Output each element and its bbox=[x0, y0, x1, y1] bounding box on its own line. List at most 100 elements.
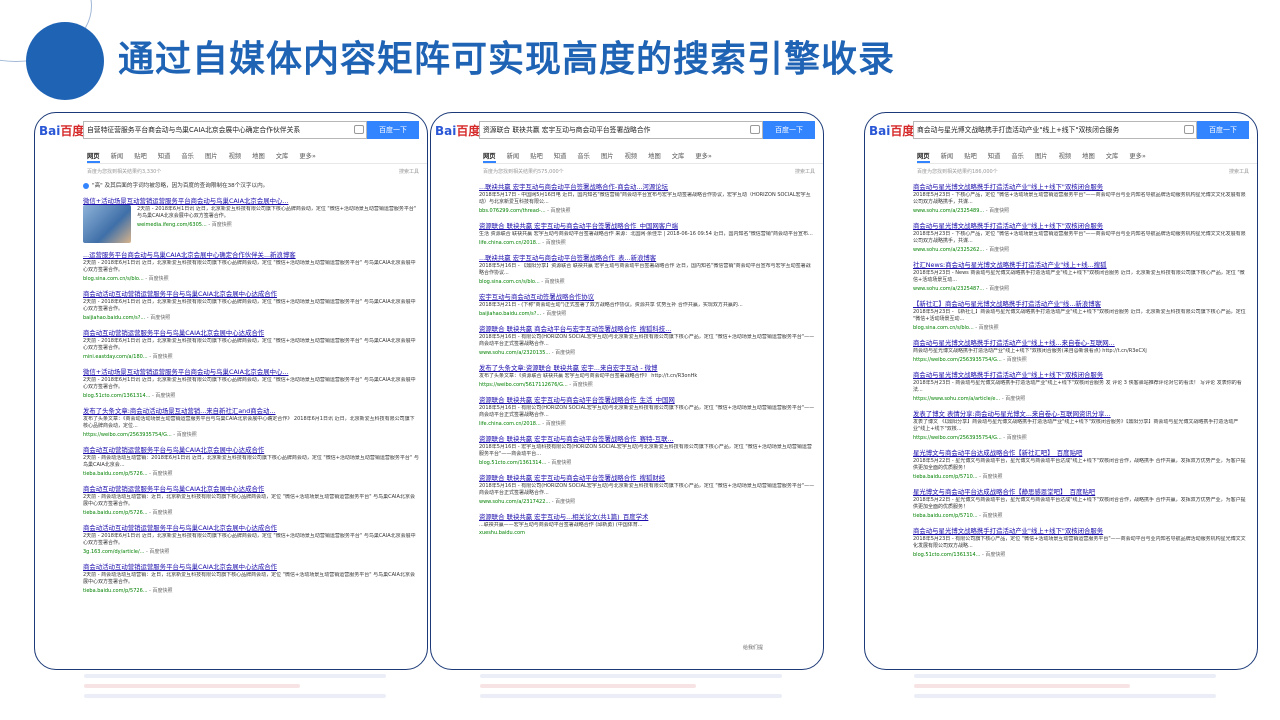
snapshot-link[interactable]: 百度快照 bbox=[1007, 435, 1027, 441]
snapshot-link[interactable]: 百度快照 bbox=[155, 393, 175, 399]
result-title[interactable]: 商会动互动营销运营服务平台与鸟巢CAIA北京会展中心达成合作 bbox=[83, 328, 419, 337]
snapshot-link[interactable]: 百度快照 bbox=[546, 311, 566, 317]
result-url[interactable]: tieba.baidu.com/p/5726... bbox=[83, 510, 148, 516]
search-input[interactable]: 自营特征营服务平台商会动与鸟巢CAIA北京会展中心确定合作伙伴关系 bbox=[83, 121, 367, 139]
snapshot-link[interactable]: 百度快照 bbox=[979, 325, 999, 331]
result-title[interactable]: 星光博文与商会动平台达成战略合作【静思感恩堂吧】_百度贴吧 bbox=[913, 487, 1249, 496]
search-tools-link[interactable]: 搜索工具 bbox=[399, 168, 419, 175]
result-title[interactable]: 商会动与星光博文战略携手打造活动产业"线上+线下"双核闭合服务 bbox=[913, 526, 1249, 535]
snapshot-link[interactable]: 百度快照 bbox=[153, 510, 173, 516]
snapshot-link[interactable]: 百度快照 bbox=[212, 222, 232, 228]
result-url[interactable]: https://www.sohu.com/a/article/e... bbox=[913, 396, 1000, 402]
baidu-logo[interactable]: Bai百度 bbox=[435, 122, 480, 139]
result-title[interactable]: 商会动与星光博文战略携手打造活动产业"线上+线下"双核闭合服务 bbox=[913, 182, 1249, 191]
tab-6[interactable]: 视频 bbox=[625, 151, 638, 163]
tab-2[interactable]: 贴吧 bbox=[134, 151, 147, 163]
result-title[interactable]: 微信+活动场景互动营销运营服务平台商会动与鸟巢CAIA北京会展中心... bbox=[83, 367, 419, 376]
result-url[interactable]: bbs.076299.com/thread-... bbox=[479, 208, 546, 214]
tab-1[interactable]: 新闻 bbox=[941, 151, 954, 163]
result-title[interactable]: 商会动活动互动营销运营服务平台与鸟巢CAIA北京会展中心达成合作 bbox=[83, 562, 419, 571]
result-title[interactable]: 商会动互动营销运营服务平台与鸟巢CAIA北京会展中心达成合作 bbox=[83, 445, 419, 454]
snapshot-link[interactable]: 百度快照 bbox=[989, 208, 1009, 214]
snapshot-link[interactable]: 百度快照 bbox=[545, 279, 565, 285]
snapshot-link[interactable]: 百度快照 bbox=[985, 552, 1005, 558]
result-url[interactable]: www.sohu.com/a/2325489... bbox=[913, 208, 984, 214]
snapshot-link[interactable]: 百度快照 bbox=[983, 474, 1003, 480]
tab-3[interactable]: 知道 bbox=[554, 151, 567, 163]
snapshot-link[interactable]: 百度快照 bbox=[551, 208, 571, 214]
tab-1[interactable]: 新闻 bbox=[507, 151, 520, 163]
feedback-link[interactable]: 给我们提 bbox=[743, 644, 763, 651]
baidu-logo[interactable]: Bai百度 bbox=[869, 122, 914, 139]
result-title[interactable]: 资源联合 联袂共赢 宏宇互动与商会动平台签署战略合作_搜狐财经 bbox=[479, 473, 815, 482]
snapshot-link[interactable]: 百度快照 bbox=[983, 513, 1003, 519]
snapshot-link[interactable]: 百度快照 bbox=[1005, 396, 1025, 402]
result-url[interactable]: xueshu.baidu.com bbox=[479, 530, 525, 536]
result-title[interactable]: 资源联合 联袂共赢 宏宇互动与商会动平台签署战略合作_中国网客户端 bbox=[479, 221, 815, 230]
tab-3[interactable]: 知道 bbox=[158, 151, 171, 163]
tab-8[interactable]: 文库 bbox=[1106, 151, 1119, 163]
result-url[interactable]: mini.eastday.com/a/180... bbox=[83, 354, 148, 360]
snapshot-link[interactable]: 百度快照 bbox=[573, 382, 593, 388]
result-title[interactable]: 商会动与星光博文战略携手打造活动产业"线上+线下"双核闭合服务 bbox=[913, 221, 1249, 230]
tab-7[interactable]: 地图 bbox=[648, 151, 661, 163]
result-url[interactable]: life.china.com.cn/2018... bbox=[479, 421, 541, 427]
camera-icon[interactable] bbox=[750, 125, 760, 134]
snapshot-link[interactable]: 百度快照 bbox=[546, 240, 566, 246]
tab-2[interactable]: 贴吧 bbox=[964, 151, 977, 163]
result-url[interactable]: https://weibo.com/2563935754/G... bbox=[913, 435, 1002, 441]
result-title[interactable]: 【新社汇】商会动与星光博文战略携手打造活动产业"线...新浪博客 bbox=[913, 299, 1249, 308]
search-button[interactable]: 百度一下 bbox=[1197, 121, 1249, 139]
result-url[interactable]: tieba.baidu.com/p/5710... bbox=[913, 513, 978, 519]
tab-5[interactable]: 图片 bbox=[205, 151, 218, 163]
tab-0[interactable]: 网页 bbox=[87, 151, 100, 163]
tab-0[interactable]: 网页 bbox=[917, 151, 930, 163]
result-title[interactable]: 商会动活动互动营销运营服务平台与鸟巢CAIA北京会展中心达成合作 bbox=[83, 289, 419, 298]
tab-4[interactable]: 音乐 bbox=[181, 151, 194, 163]
search-input[interactable]: 资源联合 联袂共赢 宏宇互动与商会动平台签署战略合作 bbox=[479, 121, 763, 139]
tab-9[interactable]: 更多» bbox=[695, 151, 711, 163]
result-url[interactable]: https://weibo.com/2563935754/G... bbox=[913, 357, 1002, 363]
result-url[interactable]: tieba.baidu.com/p/5710... bbox=[913, 474, 978, 480]
result-url[interactable]: blog.sina.com.cn/s/blo... bbox=[913, 325, 974, 331]
result-title[interactable]: 资源联合 联袂共赢 宏宇互动与商会动平台签署战略合作_生活_中国网 bbox=[479, 395, 815, 404]
result-title[interactable]: 资源联合 联袂共赢 商会动平台与宏宇互动签署战略合作_搜狐科技... bbox=[479, 324, 815, 333]
tab-5[interactable]: 图片 bbox=[1035, 151, 1048, 163]
result-url[interactable]: blog.51cto.com/1361314... bbox=[913, 552, 980, 558]
result-url[interactable]: www.sohu.com/a/2325487... bbox=[913, 286, 984, 292]
result-url[interactable]: tieba.baidu.com/p/5726... bbox=[83, 588, 148, 594]
camera-icon[interactable] bbox=[354, 125, 364, 134]
tab-3[interactable]: 知道 bbox=[988, 151, 1001, 163]
search-tools-link[interactable]: 搜索工具 bbox=[1229, 168, 1249, 175]
result-title[interactable]: 资源联合 联袂共赢 宏宇互动与商会动平台签署战略合作_赛特-互联... bbox=[479, 434, 815, 443]
handshake-thumbnail[interactable] bbox=[83, 205, 131, 243]
result-title[interactable]: 发布了头条文章:商会动活动场景互动营销...来自新社汇and商会动... bbox=[83, 406, 419, 415]
result-url[interactable]: life.china.com.cn/2018... bbox=[479, 240, 541, 246]
result-url[interactable]: blog.sina.com.cn/s/blo... bbox=[83, 276, 144, 282]
result-url[interactable]: 3g.163.com/dy/article/... bbox=[83, 549, 144, 555]
result-url[interactable]: weimedia.ifeng.com/6305... bbox=[137, 222, 207, 228]
result-title[interactable]: 社汇News:商会动与星光博文战略携手打造活动产业"线上+线...搜狐 bbox=[913, 260, 1249, 269]
tab-2[interactable]: 贴吧 bbox=[530, 151, 543, 163]
result-title[interactable]: ...联袂共赢 宏宇互动与商会动平台签署战略合作-商会动...河源论坛 bbox=[479, 182, 815, 191]
result-title[interactable]: 资源联合 联袂共赢 宏宇互动与...相关论文(共1篇)_百度学术 bbox=[479, 512, 815, 521]
snapshot-link[interactable]: 百度快照 bbox=[989, 286, 1009, 292]
tab-4[interactable]: 音乐 bbox=[577, 151, 590, 163]
result-url[interactable]: www.sohu.com/a/2320135... bbox=[479, 350, 550, 356]
tab-4[interactable]: 音乐 bbox=[1011, 151, 1024, 163]
snapshot-link[interactable]: 百度快照 bbox=[546, 421, 566, 427]
snapshot-link[interactable]: 百度快照 bbox=[150, 315, 170, 321]
result-title[interactable]: ...联袂共赢 宏宇互动与商会动平台签署战略合作_表...新浪博客 bbox=[479, 253, 815, 262]
tab-0[interactable]: 网页 bbox=[483, 151, 496, 163]
snapshot-link[interactable]: 百度快照 bbox=[551, 460, 571, 466]
tab-5[interactable]: 图片 bbox=[601, 151, 614, 163]
tab-6[interactable]: 视频 bbox=[1059, 151, 1072, 163]
result-title[interactable]: 微信+活动场景互动营销运营服务平台商会动与鸟巢CAIA北京会展中心... bbox=[83, 196, 419, 205]
result-url[interactable]: baijiahao.baidu.com/s?... bbox=[479, 311, 541, 317]
result-url[interactable]: www.sohu.com/a/2325262... bbox=[913, 247, 984, 253]
result-url[interactable]: blog.sina.com.cn/s/blo... bbox=[479, 279, 540, 285]
result-title[interactable]: ...运营服务平台商会动与鸟巢CAIA北京会展中心确定合作伙伴关...新浪博客 bbox=[83, 250, 419, 259]
result-url[interactable]: https://weibo.com/5617112676/G... bbox=[479, 382, 568, 388]
tab-7[interactable]: 地图 bbox=[252, 151, 265, 163]
result-title[interactable]: 星光博文与商会动平台达成战略合作【新社汇吧】_百度贴吧 bbox=[913, 448, 1249, 457]
